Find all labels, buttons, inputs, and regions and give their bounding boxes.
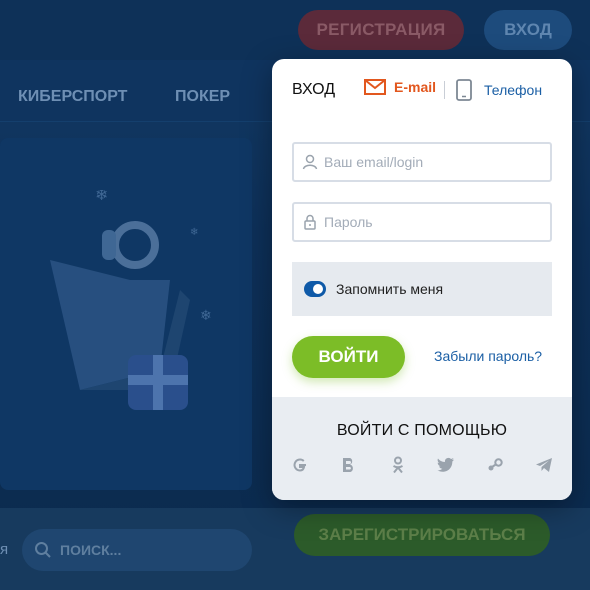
user-icon: [302, 154, 318, 170]
login-tabs: ВХОД E-mail Телефон: [272, 59, 572, 119]
svg-text:❄: ❄: [190, 227, 198, 238]
tab-email[interactable]: E-mail: [364, 79, 436, 95]
login-submit-button[interactable]: ВОЙТИ: [292, 336, 405, 378]
tab-phone[interactable]: Телефон: [456, 79, 542, 101]
lock-icon: [304, 214, 316, 230]
search-icon: [35, 542, 51, 558]
social-login-section: ВОЙТИ С ПОМОЩЬЮ: [272, 397, 572, 500]
login-field[interactable]: [292, 142, 552, 182]
phone-icon: [456, 79, 472, 101]
remember-me-label: Запомнить меня: [336, 281, 444, 297]
forgot-password-link[interactable]: Забыли пароль?: [434, 348, 542, 364]
tab-divider: [444, 81, 445, 99]
vk-icon[interactable]: [339, 455, 359, 475]
remember-me-row[interactable]: Запомнить меня: [292, 262, 552, 316]
social-icons-row: [290, 455, 554, 475]
google-icon[interactable]: [290, 455, 310, 475]
password-field[interactable]: [292, 202, 552, 242]
odnoklassniki-icon[interactable]: [388, 455, 408, 475]
nav-item-poker[interactable]: ПОКЕР: [175, 88, 230, 106]
header-login-button[interactable]: ВХОД: [484, 10, 572, 50]
nav-item-esports[interactable]: КИБЕРСПОРТ: [18, 88, 127, 106]
bottom-register-button[interactable]: ЗАРЕГИСТРИРОВАТЬСЯ: [294, 514, 550, 556]
login-modal: ВХОД E-mail Телефон Ваш email/login Запо…: [272, 59, 572, 500]
search-bar[interactable]: ПОИСК...: [22, 529, 252, 571]
social-login-title: ВОЙТИ С ПОМОЩЬЮ: [336, 422, 508, 439]
promo-illustration: ❄ ❄ ❄: [50, 190, 212, 410]
envelope-icon: [364, 79, 386, 95]
tab-email-label: E-mail: [394, 79, 437, 95]
tab-phone-label: Телефон: [484, 82, 543, 98]
search-placeholder: ПОИСК...: [60, 542, 122, 558]
modal-title: ВХОД: [292, 81, 336, 98]
telegram-icon[interactable]: [534, 455, 554, 475]
steam-icon[interactable]: [485, 455, 505, 475]
svg-text:❄: ❄: [200, 308, 212, 324]
bottom-partial-label: я: [0, 541, 9, 558]
remember-me-toggle[interactable]: [304, 281, 326, 297]
password-input[interactable]: [324, 214, 544, 230]
twitter-icon[interactable]: [436, 455, 456, 475]
login-input[interactable]: [324, 154, 544, 170]
header-register-button[interactable]: РЕГИСТРАЦИЯ: [298, 10, 464, 50]
svg-text:❄: ❄: [95, 190, 108, 204]
